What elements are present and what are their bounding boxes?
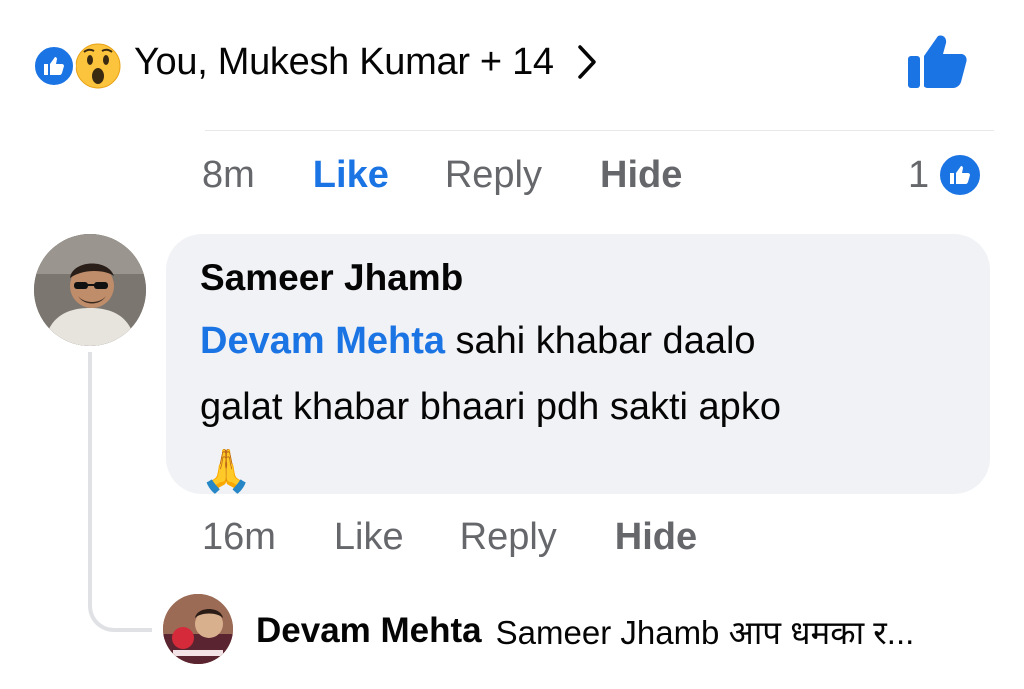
comment-text-line1: sahi khabar daalo <box>444 320 756 362</box>
reactors-text[interactable]: You, Mukesh Kumar + 14 <box>134 41 554 84</box>
reaction-icons <box>30 36 126 89</box>
comment-actions-top: 8m Like Reply Hide <box>202 146 682 204</box>
like-icon <box>937 152 984 198</box>
hide-button[interactable]: Hide <box>600 154 682 197</box>
reply-preview[interactable]: Devam Mehta Sameer Jhamb आप धमका र... <box>256 606 914 656</box>
comment-text: Devam Mehta sahi khabar daalo galat khab… <box>200 308 956 506</box>
reply-author[interactable]: Devam Mehta <box>256 611 482 651</box>
comment-timestamp: 16m <box>202 515 276 558</box>
divider <box>205 130 994 131</box>
thumbs-up-icon[interactable] <box>906 32 968 90</box>
comment-timestamp: 8m <box>202 153 255 196</box>
wow-reaction-icon <box>75 43 121 89</box>
like-reaction-icon <box>32 44 76 88</box>
like-button[interactable]: Like <box>313 154 389 197</box>
reply-text: Sameer Jhamb आप धमका र... <box>495 613 915 651</box>
comment-text-line2: galat khabar bhaari pdh sakti apko <box>200 386 781 428</box>
like-button[interactable]: Like <box>334 516 404 559</box>
avatar[interactable] <box>34 234 146 346</box>
reactions-summary[interactable]: You, Mukesh Kumar + 14 <box>30 30 598 94</box>
comment-author[interactable]: Sameer Jhamb <box>200 254 956 302</box>
mention-link[interactable]: Devam Mehta <box>200 320 445 362</box>
like-count[interactable]: 1 <box>908 146 984 204</box>
thread-connector <box>88 352 152 632</box>
chevron-right-icon[interactable] <box>576 43 598 81</box>
reply-button[interactable]: Reply <box>445 154 542 197</box>
folded-hands-emoji: 🙏 <box>200 447 253 494</box>
reply-button[interactable]: Reply <box>460 516 557 559</box>
hide-button[interactable]: Hide <box>615 516 697 559</box>
like-count-number: 1 <box>908 153 930 196</box>
comment-actions: 16m Like Reply Hide <box>202 508 697 566</box>
reply-avatar[interactable] <box>163 594 233 664</box>
comment-bubble[interactable]: Sameer Jhamb Devam Mehta sahi khabar daa… <box>166 234 990 494</box>
